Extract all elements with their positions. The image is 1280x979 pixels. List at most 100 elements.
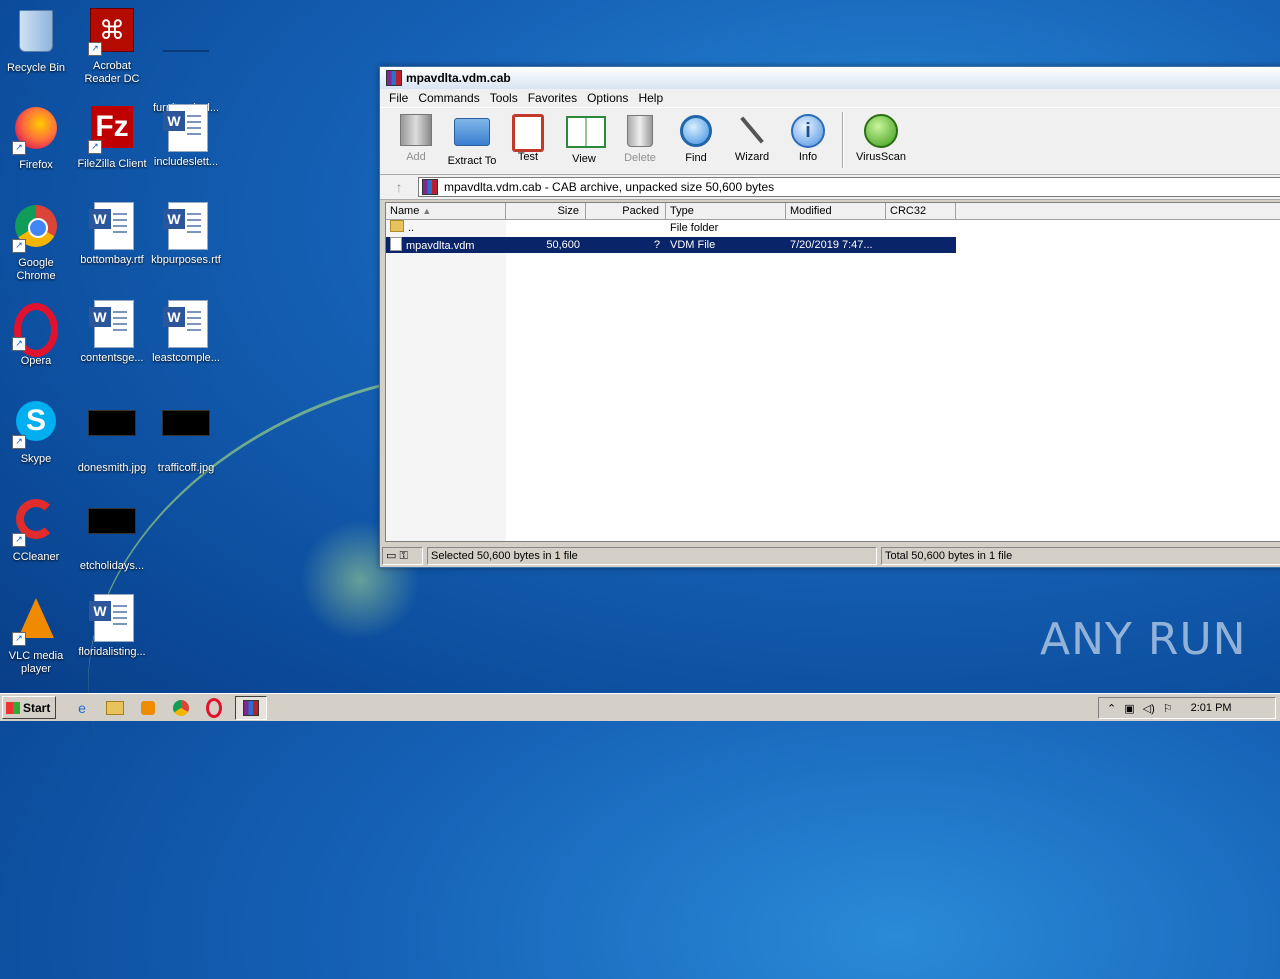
- network-icon[interactable]: ▣: [1124, 702, 1134, 715]
- find-button[interactable]: Find: [668, 112, 724, 164]
- word-document-icon: W: [162, 104, 210, 152]
- desktop-icon-trafficoff[interactable]: trafficoff.jpg: [150, 398, 222, 475]
- info-button[interactable]: i Info: [780, 112, 836, 163]
- desktop-icon-furnitureincl[interactable]: furnitureincl...: [150, 6, 222, 115]
- desktop-icon-donesmith[interactable]: donesmith.jpg: [76, 398, 148, 475]
- column-header-size[interactable]: Size: [506, 203, 586, 219]
- skype-icon: S ↗: [12, 401, 60, 449]
- start-button[interactable]: Start: [2, 696, 56, 719]
- menu-help[interactable]: Help: [633, 91, 668, 105]
- desktop-icon-opera[interactable]: ↗ Opera: [0, 300, 72, 368]
- table-row[interactable]: .. File folder: [386, 220, 956, 236]
- archive-path-field[interactable]: mpavdlta.vdm.cab - CAB archive, unpacked…: [418, 177, 1280, 197]
- trash-icon: [622, 115, 658, 149]
- virusscan-button[interactable]: VirusScan: [850, 112, 912, 163]
- column-header-type[interactable]: Type: [666, 203, 786, 219]
- opera-icon: ↗: [12, 303, 60, 357]
- address-bar: ↑ mpavdlta.vdm.cab - CAB archive, unpack…: [380, 175, 1280, 200]
- winrar-window[interactable]: mpavdlta.vdm.cab File Commands Tools Fav…: [379, 66, 1280, 568]
- file-list[interactable]: Name ▲ Size Packed Type Modified CRC32 .…: [385, 202, 1280, 542]
- image-thumbnail-icon: [88, 508, 136, 556]
- column-header-modified[interactable]: Modified: [786, 203, 886, 219]
- desktop-icon-contentsge[interactable]: W contentsge...: [76, 300, 148, 365]
- volume-icon[interactable]: ◁): [1143, 702, 1155, 715]
- toolbar: Add Extract To Test View Delete Find Wiz…: [380, 107, 1280, 175]
- desktop-icon-floridalisting[interactable]: W floridalisting...: [76, 594, 148, 659]
- word-document-icon: W: [88, 300, 136, 348]
- sort-ascending-icon: ▲: [422, 206, 432, 216]
- status-bar: ▭ ⚿ Selected 50,600 bytes in 1 file Tota…: [380, 545, 1280, 567]
- explorer-folder-icon[interactable]: [103, 697, 127, 719]
- checklist-icon: [510, 114, 546, 152]
- chrome-icon: ↗: [12, 205, 60, 253]
- desktop-icon-acrobat[interactable]: ⌘ ↗ Acrobat Reader DC: [76, 6, 148, 86]
- anyrun-watermark: ANY RUN: [1040, 614, 1247, 665]
- magic-wand-icon: [734, 114, 770, 148]
- status-selection: Selected 50,600 bytes in 1 file: [427, 547, 877, 565]
- winrar-taskbar-button[interactable]: [235, 695, 267, 720]
- chrome-taskbar-icon[interactable]: [169, 697, 193, 719]
- acrobat-icon: ⌘ ↗: [88, 8, 136, 56]
- column-header-name[interactable]: Name ▲: [386, 203, 506, 219]
- menu-tools[interactable]: Tools: [485, 91, 523, 105]
- image-thumbnail-icon: [88, 410, 136, 458]
- taskbar: Start e ⌃ ▣ ◁) ⚐ 2:01 PM: [0, 693, 1280, 721]
- winrar-icon: [386, 70, 402, 86]
- desktop-icon-bottombay[interactable]: W bottombay.rtf: [76, 202, 148, 267]
- drive-key-icon: ▭ ⚿: [382, 547, 423, 565]
- vlc-icon: ↗: [12, 598, 60, 646]
- column-header-filler: [956, 203, 1280, 219]
- desktop-icon-google-chrome[interactable]: ↗ Google Chrome: [0, 202, 72, 283]
- filezilla-icon: Fz ↗: [88, 106, 136, 154]
- info-icon: i: [790, 114, 826, 148]
- clock[interactable]: 2:01 PM: [1191, 702, 1232, 714]
- menu-file[interactable]: File: [384, 91, 413, 105]
- bug-icon: [863, 114, 899, 148]
- media-player-icon[interactable]: [136, 697, 160, 719]
- column-headers: Name ▲ Size Packed Type Modified CRC32: [386, 203, 1280, 220]
- show-hidden-icons-button[interactable]: ⌃: [1107, 702, 1116, 715]
- toolbar-separator: [842, 112, 844, 168]
- system-tray: ⌃ ▣ ◁) ⚐ 2:01 PM: [1098, 697, 1276, 719]
- menu-commands[interactable]: Commands: [413, 91, 484, 105]
- book-icon: [566, 116, 606, 150]
- menu-options[interactable]: Options: [582, 91, 633, 105]
- folder-extract-icon: [454, 118, 490, 152]
- extract-to-button[interactable]: Extract To: [444, 112, 500, 167]
- word-document-icon: W: [162, 202, 210, 250]
- desktop-icon-recycle-bin[interactable]: Recycle Bin: [0, 6, 72, 75]
- delete-button[interactable]: Delete: [612, 112, 668, 164]
- action-center-flag-icon[interactable]: ⚐: [1163, 702, 1173, 715]
- window-titlebar[interactable]: mpavdlta.vdm.cab: [380, 67, 1280, 89]
- column-header-crc32[interactable]: CRC32: [886, 203, 956, 219]
- wizard-button[interactable]: Wizard: [724, 112, 780, 163]
- word-document-icon: W: [88, 594, 136, 642]
- internet-explorer-icon[interactable]: e: [70, 697, 94, 719]
- ccleaner-icon: ↗: [12, 499, 60, 547]
- opera-taskbar-icon[interactable]: [202, 697, 226, 719]
- add-button[interactable]: Add: [388, 112, 444, 163]
- list-left-shade: [386, 203, 506, 541]
- word-document-icon: W: [88, 202, 136, 250]
- desktop-icon-filezilla[interactable]: Fz ↗ FileZilla Client: [76, 104, 148, 171]
- desktop-icon-vlc[interactable]: ↗ VLC media player: [0, 594, 72, 676]
- file-icon: [390, 237, 402, 251]
- table-row-selected[interactable]: mpavdlta.vdm 50,600 ? VDM File 7/20/2019…: [386, 237, 956, 253]
- word-document-icon: W: [162, 300, 210, 348]
- desktop-icon-etcholidays[interactable]: etcholidays...: [76, 496, 148, 573]
- desktop-icon-includeslett[interactable]: W includeslett...: [150, 104, 222, 169]
- desktop-icon-leastcomple[interactable]: W leastcomple...: [150, 300, 222, 365]
- firefox-icon: ↗: [12, 107, 60, 155]
- archive-add-icon: [398, 114, 434, 148]
- folder-up-icon: [390, 220, 404, 232]
- test-button[interactable]: Test: [500, 112, 556, 163]
- desktop-icon-kbpurposes[interactable]: W kbpurposes.rtf: [150, 202, 222, 267]
- menu-favorites[interactable]: Favorites: [523, 91, 582, 105]
- desktop-icon-ccleaner[interactable]: ↗ CCleaner: [0, 496, 72, 564]
- up-one-level-button[interactable]: ↑: [380, 179, 418, 195]
- column-header-packed[interactable]: Packed: [586, 203, 666, 219]
- window-title: mpavdlta.vdm.cab: [406, 71, 511, 85]
- desktop-icon-firefox[interactable]: ↗ Firefox: [0, 104, 72, 172]
- desktop-icon-skype[interactable]: S ↗ Skype: [0, 398, 72, 466]
- view-button[interactable]: View: [556, 112, 612, 165]
